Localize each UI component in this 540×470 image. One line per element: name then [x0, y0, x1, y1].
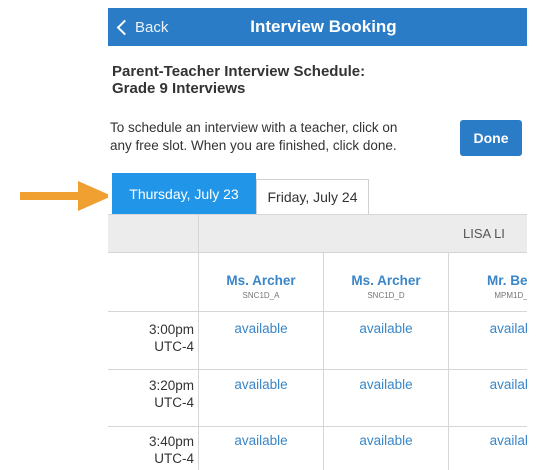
slot-timezone: UTC-4: [154, 395, 194, 410]
teacher-name: Ms. Archer: [226, 273, 296, 288]
available-slot[interactable]: availab: [449, 321, 527, 336]
tab-thursday[interactable]: Thursday, July 23: [112, 173, 256, 214]
schedule-heading: Parent-Teacher Interview Schedule: Grade…: [112, 63, 365, 97]
time-slot-label: 3:40pm UTC-4: [108, 433, 194, 467]
slot-time: 3:20pm: [148, 378, 194, 393]
row-divider: [108, 369, 527, 370]
slot-time: 3:00pm: [148, 322, 194, 337]
grid-group-header: LISA LI: [108, 214, 527, 254]
available-slot[interactable]: availab: [449, 433, 527, 448]
instructions-text: To schedule an interview with a teacher,…: [110, 119, 450, 155]
page-title: Interview Booking: [250, 17, 397, 36]
time-slot-label: 3:20pm UTC-4: [108, 377, 194, 411]
teacher-name: Mr. Bea: [486, 273, 527, 288]
course-code: SNC1D_D: [367, 291, 405, 300]
app-screen: Back Interview Booking Parent-Teacher In…: [108, 8, 527, 470]
course-code: MPM1D_: [494, 291, 527, 300]
available-slot[interactable]: available: [199, 377, 323, 392]
schedule-grid: LISA LI Ms. Archer SNC1D_A Ms. Archer SN…: [108, 214, 527, 470]
row-divider: [108, 426, 527, 427]
slot-timezone: UTC-4: [154, 339, 194, 354]
teacher-group-label: LISA LI: [463, 226, 505, 241]
available-slot[interactable]: available: [199, 321, 323, 336]
available-slot[interactable]: available: [324, 433, 448, 448]
teacher-name: Ms. Archer: [351, 273, 421, 288]
course-code: SNC1D_A: [242, 291, 280, 300]
pointer-arrow-icon: [20, 181, 112, 211]
teacher-column-header: Ms. Archer SNC1D_D: [324, 253, 448, 312]
teacher-column-header: Mr. Bea MPM1D_: [449, 253, 527, 312]
tab-friday[interactable]: Friday, July 24: [256, 179, 369, 214]
navigation-bar: Back Interview Booking: [108, 8, 527, 46]
schedule-heading-line2: Grade 9 Interviews: [112, 80, 246, 97]
slot-timezone: UTC-4: [154, 451, 194, 466]
available-slot[interactable]: available: [324, 321, 448, 336]
slot-time: 3:40pm: [148, 434, 194, 449]
header-divider: [198, 215, 199, 254]
schedule-heading-line1: Parent-Teacher Interview Schedule:: [112, 63, 366, 80]
available-slot[interactable]: available: [324, 377, 448, 392]
time-slot-label: 3:00pm UTC-4: [108, 321, 194, 355]
teacher-column-header: Ms. Archer SNC1D_A: [199, 253, 323, 312]
available-slot[interactable]: available: [199, 433, 323, 448]
instructions-line1: To schedule an interview with a teacher,…: [110, 120, 398, 135]
available-slot[interactable]: availab: [449, 377, 527, 392]
instructions-line2: any free slot. When you are finished, cl…: [110, 138, 397, 153]
done-button[interactable]: Done: [460, 120, 522, 156]
time-column-header: [108, 253, 198, 312]
